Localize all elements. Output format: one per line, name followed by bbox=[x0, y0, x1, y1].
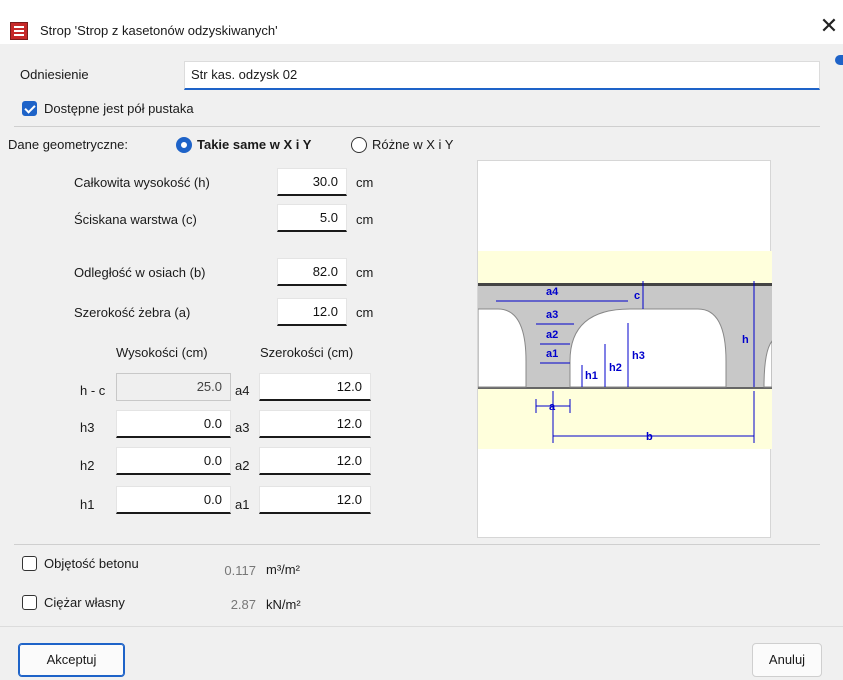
label-h1: h1 bbox=[585, 370, 598, 382]
height-label: Całkowita wysokość (h) bbox=[74, 175, 210, 190]
half-block-label: Dostępne jest pół pustaka bbox=[44, 101, 194, 116]
radio-diff-xy-label: Różne w X i Y bbox=[372, 137, 454, 152]
divider bbox=[14, 544, 820, 545]
label-a2: a2 bbox=[546, 329, 558, 341]
compression-label: Ściskana warstwa (c) bbox=[74, 212, 197, 227]
label-a4: a4 bbox=[546, 286, 559, 298]
width-a1-input[interactable]: 12.0 bbox=[259, 486, 371, 514]
row-label: h - c bbox=[80, 383, 106, 398]
width-label: a3 bbox=[235, 420, 250, 435]
height-h2-input[interactable]: 0.0 bbox=[116, 447, 231, 475]
close-icon[interactable]: ✕ bbox=[818, 16, 840, 38]
window-title: Strop 'Strop z kasetonów odzyskiwanych' bbox=[40, 23, 278, 38]
label-a1: a1 bbox=[546, 348, 558, 360]
weight-value: 2.87 bbox=[230, 597, 256, 612]
divider bbox=[14, 126, 820, 127]
row-label: h3 bbox=[80, 420, 95, 435]
height-h3-input[interactable]: 0.0 bbox=[116, 410, 231, 438]
width-label: a2 bbox=[235, 458, 250, 473]
axis-distance-label: Odległość w osiach (b) bbox=[74, 265, 206, 280]
void-left bbox=[478, 308, 527, 388]
slab-diagram-svg: a4 a3 a2 a1 c h h3 h2 h1 a b bbox=[478, 251, 772, 449]
radio-same-xy[interactable] bbox=[176, 137, 192, 153]
top-slab-band bbox=[478, 251, 772, 286]
width-a2-input[interactable]: 12.0 bbox=[259, 447, 371, 475]
slab-diagram: a4 a3 a2 a1 c h h3 h2 h1 a b bbox=[477, 160, 772, 538]
compression-unit: cm bbox=[356, 212, 374, 227]
weight-unit: kN/m² bbox=[266, 597, 301, 612]
label-h2: h2 bbox=[609, 362, 622, 374]
height-unit: cm bbox=[356, 175, 374, 190]
axis-distance-unit: cm bbox=[356, 265, 374, 280]
reference-input[interactable]: Str kas. odzysk 02 bbox=[184, 61, 820, 90]
label-b: b bbox=[646, 431, 653, 443]
height-hc-input: 25.0 bbox=[116, 373, 231, 401]
height-input[interactable]: 30.0 bbox=[277, 168, 347, 196]
label-h3: h3 bbox=[632, 350, 645, 362]
weight-label: Ciężar własny bbox=[44, 595, 125, 610]
help-icon[interactable] bbox=[835, 55, 843, 65]
bottom-band bbox=[478, 389, 772, 449]
radio-diff-xy[interactable] bbox=[351, 137, 367, 153]
label-a3: a3 bbox=[546, 309, 558, 321]
radio-same-xy-label: Takie same w X i Y bbox=[197, 137, 312, 152]
width-a3-input[interactable]: 12.0 bbox=[259, 410, 371, 438]
volume-value: 0.117 bbox=[224, 563, 256, 578]
width-a4-input[interactable]: 12.0 bbox=[259, 373, 371, 401]
width-label: a4 bbox=[235, 383, 250, 398]
axis-distance-input[interactable]: 82.0 bbox=[277, 258, 347, 286]
volume-checkbox[interactable] bbox=[22, 556, 37, 571]
half-block-checkbox[interactable] bbox=[22, 101, 37, 116]
volume-unit: m³/m² bbox=[266, 562, 300, 577]
top-edge bbox=[478, 283, 772, 286]
width-label: a1 bbox=[235, 497, 250, 512]
height-h1-input[interactable]: 0.0 bbox=[116, 486, 231, 514]
widths-header: Szerokości (cm) bbox=[260, 345, 354, 360]
compression-input[interactable]: 5.0 bbox=[277, 204, 347, 232]
row-label: h2 bbox=[80, 458, 95, 473]
label-h: h bbox=[742, 334, 749, 346]
accept-button[interactable]: Akceptuj bbox=[18, 643, 125, 677]
rib-width-unit: cm bbox=[356, 305, 374, 320]
heights-header: Wysokości (cm) bbox=[116, 345, 208, 360]
cancel-button[interactable]: Anuluj bbox=[752, 643, 822, 677]
rib-width-input[interactable]: 12.0 bbox=[277, 298, 347, 326]
reference-label: Odniesienie bbox=[20, 67, 89, 82]
app-icon bbox=[10, 22, 28, 40]
footer-divider bbox=[0, 626, 843, 627]
label-c: c bbox=[634, 290, 640, 302]
volume-label: Objętość betonu bbox=[44, 556, 139, 571]
title-bar: Strop 'Strop z kasetonów odzyskiwanych' … bbox=[0, 0, 843, 44]
row-label: h1 bbox=[80, 497, 95, 512]
geometry-label: Dane geometryczne: bbox=[8, 137, 128, 152]
weight-checkbox[interactable] bbox=[22, 595, 37, 610]
rib-width-label: Szerokość żebra (a) bbox=[74, 305, 191, 320]
label-a: a bbox=[549, 401, 556, 413]
